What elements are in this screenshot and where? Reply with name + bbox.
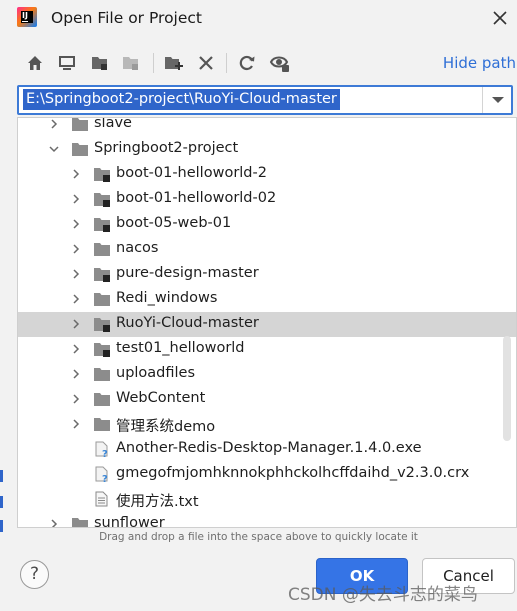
tree-row[interactable]: test01_helloworld bbox=[18, 337, 516, 362]
project-folder-icon bbox=[94, 318, 110, 332]
background-window-fragment bbox=[0, 496, 3, 508]
toolbar bbox=[0, 50, 517, 78]
folder-icon bbox=[94, 393, 110, 406]
module-folder-icon[interactable] bbox=[119, 50, 143, 76]
folder-icon bbox=[72, 518, 88, 527]
close-icon[interactable] bbox=[489, 7, 511, 29]
chevron-right-icon[interactable] bbox=[70, 293, 82, 305]
tree-row[interactable]: uploadfiles bbox=[18, 362, 516, 387]
tree-row-label: Redi_windows bbox=[116, 290, 218, 306]
project-folder-icon[interactable] bbox=[88, 50, 112, 76]
project-folder-icon bbox=[94, 218, 110, 232]
chevron-right-icon[interactable] bbox=[70, 193, 82, 205]
title-bar: IJ Open File or Project bbox=[0, 0, 517, 38]
desktop-icon[interactable] bbox=[55, 50, 79, 76]
home-icon[interactable] bbox=[23, 50, 47, 76]
dialog-title: Open File or Project bbox=[51, 9, 203, 27]
tree-row-label: gmegofmjomhknnokphhckolhcffdaihd_v2.3.0.… bbox=[116, 465, 470, 481]
folder-icon bbox=[94, 418, 110, 431]
show-hidden-icon[interactable] bbox=[268, 50, 292, 76]
tree-row[interactable]: 使用方法.txt bbox=[18, 487, 516, 512]
svg-text:?: ? bbox=[102, 449, 108, 457]
tree-row-label: boot-01-helloworld-2 bbox=[116, 165, 267, 181]
tree-row[interactable]: RuoYi-Cloud-master bbox=[18, 312, 516, 337]
tree-row[interactable]: slave bbox=[18, 117, 516, 137]
tree-row-label: 管理系统demo bbox=[116, 419, 216, 435]
project-folder-icon bbox=[94, 268, 110, 282]
tree-row[interactable]: boot-01-helloworld-2 bbox=[18, 162, 516, 187]
chevron-right-icon[interactable] bbox=[70, 268, 82, 280]
path-combobox[interactable]: E:\Springboot2-project\RuoYi-Cloud-maste… bbox=[17, 85, 513, 115]
unknown-file-icon: ? bbox=[95, 441, 108, 457]
tree-row-label: Springboot2-project bbox=[94, 140, 239, 156]
new-folder-icon[interactable] bbox=[162, 50, 186, 76]
help-button[interactable]: ? bbox=[20, 560, 49, 589]
tree-row-label: RuoYi-Cloud-master bbox=[116, 315, 259, 331]
svg-text:?: ? bbox=[102, 474, 108, 482]
chevron-right-icon[interactable] bbox=[70, 218, 82, 230]
chevron-right-icon[interactable] bbox=[48, 518, 60, 528]
drag-drop-hint: Drag and drop a file into the space abov… bbox=[99, 531, 418, 543]
intellij-logo-icon: IJ bbox=[17, 7, 37, 27]
background-window-fragment bbox=[0, 470, 3, 482]
chevron-right-icon[interactable] bbox=[48, 118, 60, 130]
delete-icon[interactable] bbox=[194, 50, 218, 76]
tree-row[interactable]: boot-05-web-01 bbox=[18, 212, 516, 237]
toolbar-separator bbox=[153, 53, 154, 73]
tree-row-label: 使用方法.txt bbox=[116, 494, 199, 510]
tree-row-label: Another-Redis-Desktop-Manager.1.4.0.exe bbox=[116, 440, 422, 456]
scrollbar-thumb[interactable] bbox=[503, 336, 511, 441]
ok-button[interactable]: OK bbox=[316, 558, 408, 594]
text-file-icon bbox=[95, 491, 108, 507]
toolbar-separator bbox=[226, 53, 227, 73]
chevron-down-icon[interactable] bbox=[48, 143, 60, 155]
tree-row-label: uploadfiles bbox=[116, 365, 196, 381]
folder-icon bbox=[94, 293, 110, 306]
tree-row-label: test01_helloworld bbox=[116, 340, 245, 356]
background-window-fragment bbox=[0, 520, 3, 532]
path-input[interactable]: E:\Springboot2-project\RuoYi-Cloud-maste… bbox=[23, 89, 340, 110]
chevron-down-icon[interactable] bbox=[489, 92, 507, 108]
tree-row[interactable]: Springboot2-project bbox=[18, 137, 516, 162]
project-folder-icon bbox=[94, 193, 110, 207]
tree-row[interactable]: WebContent bbox=[18, 387, 516, 412]
file-tree[interactable]: sunflower 使用方法.txt? gmegofmjomhknnokphhcko… bbox=[17, 117, 517, 528]
tree-row-label: boot-01-helloworld-02 bbox=[116, 190, 277, 206]
combo-separator bbox=[482, 87, 483, 113]
tree-row[interactable]: ? Another-Redis-Desktop-Manager.1.4.0.exe bbox=[18, 437, 516, 462]
chevron-right-icon[interactable] bbox=[70, 318, 82, 330]
tree-row-label: WebContent bbox=[116, 390, 206, 406]
cancel-button[interactable]: Cancel bbox=[422, 558, 515, 594]
project-folder-icon bbox=[94, 343, 110, 357]
refresh-icon[interactable] bbox=[235, 50, 259, 76]
folder-icon bbox=[72, 118, 88, 131]
project-folder-icon bbox=[94, 168, 110, 182]
tree-row-label: nacos bbox=[116, 240, 159, 256]
tree-row[interactable]: sunflower bbox=[18, 512, 516, 528]
tree-row-label: boot-05-web-01 bbox=[116, 215, 232, 231]
tree-row-label: sunflower bbox=[94, 515, 165, 528]
chevron-right-icon[interactable] bbox=[70, 243, 82, 255]
tree-row-label: pure-design-master bbox=[116, 265, 259, 281]
tree-row-label: slave bbox=[94, 117, 132, 131]
chevron-right-icon[interactable] bbox=[70, 343, 82, 355]
tree-row[interactable]: pure-design-master bbox=[18, 262, 516, 287]
chevron-right-icon[interactable] bbox=[70, 368, 82, 380]
chevron-right-icon[interactable] bbox=[70, 393, 82, 405]
hide-path-link[interactable]: Hide path bbox=[443, 54, 516, 72]
tree-row[interactable]: 管理系统demo bbox=[18, 412, 516, 437]
folder-icon bbox=[72, 143, 88, 156]
chevron-right-icon[interactable] bbox=[70, 418, 82, 430]
tree-row[interactable]: boot-01-helloworld-02 bbox=[18, 187, 516, 212]
folder-icon bbox=[94, 368, 110, 381]
tree-row[interactable]: nacos bbox=[18, 237, 516, 262]
unknown-file-icon: ? bbox=[95, 466, 108, 482]
tree-row[interactable]: ? gmegofmjomhknnokphhckolhcffdaihd_v2.3.0… bbox=[18, 462, 516, 487]
tree-row[interactable]: Redi_windows bbox=[18, 287, 516, 312]
folder-icon bbox=[94, 243, 110, 256]
chevron-right-icon[interactable] bbox=[70, 168, 82, 180]
